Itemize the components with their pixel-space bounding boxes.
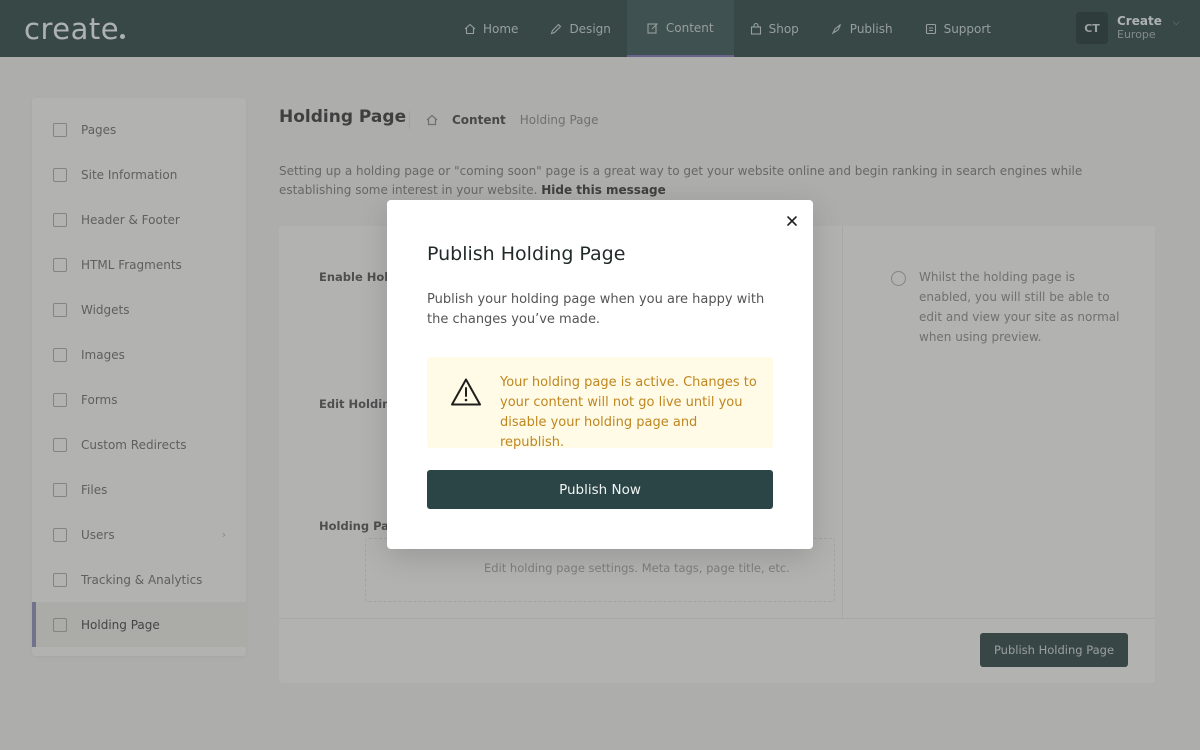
modal-title: Publish Holding Page xyxy=(427,243,626,265)
close-icon[interactable] xyxy=(784,213,800,229)
warning-icon xyxy=(451,378,481,406)
publish-holding-page-modal: Publish Holding Page Publish your holdin… xyxy=(387,200,813,549)
modal-description: Publish your holding page when you are h… xyxy=(427,292,765,327)
publish-now-button[interactable]: Publish Now xyxy=(427,470,773,509)
warning-text: Your holding page is active. Changes to … xyxy=(500,375,757,450)
warning-alert: Your holding page is active. Changes to … xyxy=(427,357,773,450)
